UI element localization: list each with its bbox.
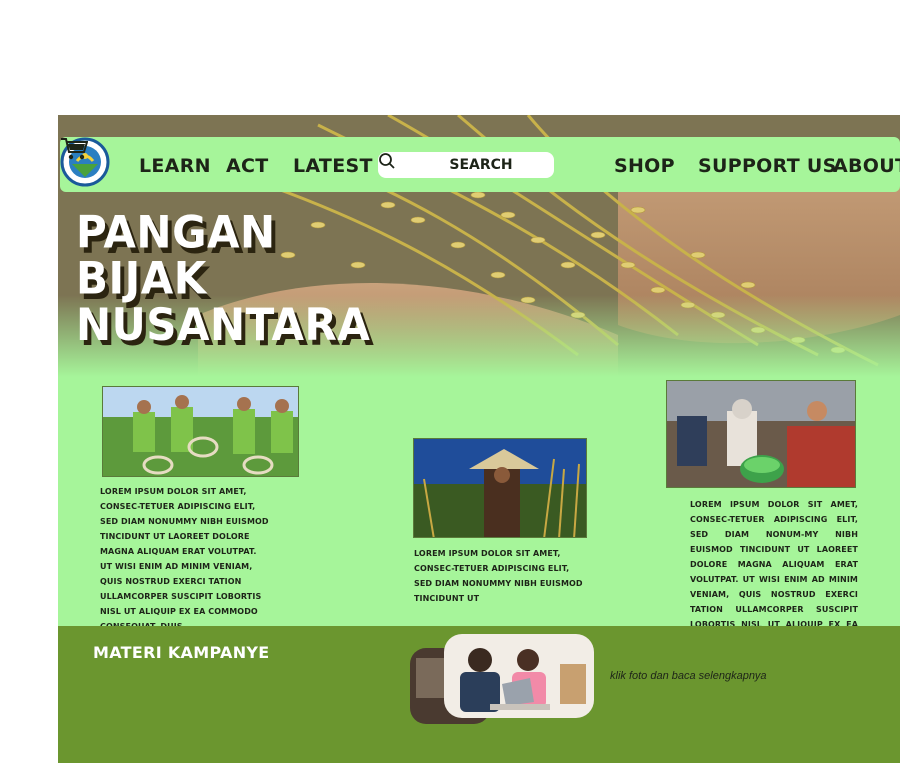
farmer-in-conical-hat-photo[interactable] (413, 438, 587, 538)
volunteers-in-rice-field-photo[interactable] (102, 386, 299, 477)
card-2-text: LOREM IPSUM DOLOR SIT AMET, CONSEC-TETUE… (414, 549, 583, 603)
women-sorting-vegetables-photo[interactable] (666, 380, 856, 488)
mother-and-child-with-laptop-photo[interactable] (410, 634, 594, 724)
hero-title-line-2: NUSANTARA (76, 298, 371, 351)
nav-shop[interactable]: SHOP (614, 155, 675, 177)
hero-title: PANGAN BIJAK NUSANTARA (76, 206, 416, 351)
page-frame: PANGAN BIJAK NUSANTARA LEARN ACT LATEST (58, 115, 900, 763)
nav-support-us[interactable]: SUPPORT US (698, 155, 837, 177)
search-icon[interactable] (378, 152, 396, 170)
search-box (378, 152, 554, 178)
search-input[interactable] (418, 155, 544, 175)
nav-act[interactable]: ACT (226, 155, 269, 177)
campaign-caption: klik foto dan baca selengkapnya (610, 670, 767, 682)
campaign-title: MATERI KAMPANYE (93, 643, 270, 662)
shopping-cart-icon[interactable] (60, 137, 88, 161)
top-navigation-bar: LEARN ACT LATEST SHOP SUPPORT US ABOUT (60, 137, 900, 192)
nav-learn[interactable]: LEARN (139, 155, 211, 177)
hero-banner: PANGAN BIJAK NUSANTARA LEARN ACT LATEST (58, 115, 900, 377)
campaign-section: MATERI KAMPANYE klik foto dan baca selen… (58, 626, 900, 763)
nav-about[interactable]: ABOUT (833, 155, 900, 177)
nav-latest[interactable]: LATEST (293, 155, 373, 177)
hero-title-line-1: PANGAN BIJAK (76, 206, 276, 305)
card-1-text: LOREM IPSUM DOLOR SIT AMET, CONSEC-TETUE… (100, 487, 269, 631)
